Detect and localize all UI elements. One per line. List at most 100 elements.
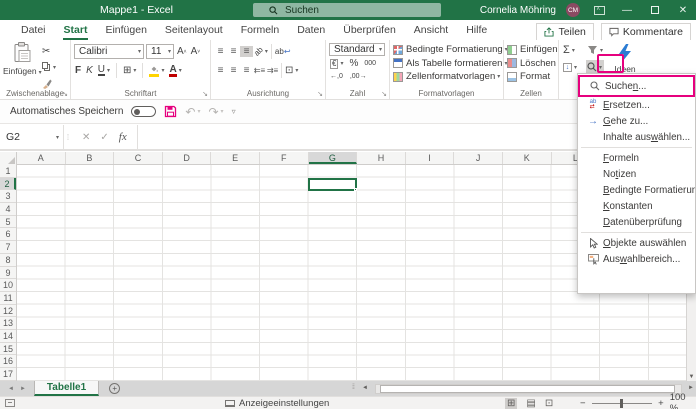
menu-item-datenueberpruefung[interactable]: Datenüberprüfung [578,214,695,230]
menu-item-formeln[interactable]: Formeln [578,150,695,166]
menu-item-konstanten[interactable]: Konstanten [578,198,695,214]
tab-seitenlayout[interactable]: Seitenlayout [156,21,232,40]
borders-button[interactable]: ⊞ ▾ [122,64,137,78]
fill-color-button[interactable]: ▾ [148,64,165,78]
decrease-font-size-button[interactable]: A ˅ [190,45,202,59]
menu-item-ersetzen[interactable]: ab ⇄ Ersetzen... [578,97,695,113]
add-sheet-button[interactable]: + [109,383,121,394]
menu-item-notizen[interactable]: Notizen [578,166,695,182]
align-bottom-button[interactable]: ≡ [240,46,253,57]
row-header-9[interactable]: 9 [0,267,16,280]
sheet-tab-tabelle1[interactable]: Tabelle1 [33,381,100,396]
name-box[interactable]: G2 ▾ [0,125,64,149]
sheet-prev-icon[interactable]: ◄ [8,386,14,392]
share-button[interactable]: Teilen [536,23,594,41]
tab-hilfe[interactable]: Hilfe [457,21,496,40]
row-header-15[interactable]: 15 [0,343,16,356]
autosum-button[interactable]: Σ ▾ [562,43,578,57]
delete-cells-button[interactable]: Löschen [507,57,556,71]
bold-button[interactable]: F [74,64,82,78]
zoom-level[interactable]: 100 % [670,392,696,409]
menu-item-gehe-zu[interactable]: → Gehe zu... [578,113,695,129]
currency-format-button[interactable]: € ▾ [329,58,344,69]
tab-datei[interactable]: Datei [12,21,55,40]
status-left-icon[interactable] [5,399,15,407]
display-settings-button[interactable]: Anzeigeeinstellungen [225,398,329,409]
menu-item-suchen[interactable]: Suchen... [580,77,693,95]
autosave-toggle[interactable] [131,106,157,117]
row-header-8[interactable]: 8 [0,254,16,267]
menu-item-objekte-auswaehlen[interactable]: Objekte auswählen [578,235,695,251]
menu-item-bedingte-formatierung[interactable]: Bedingte Formatierung [578,182,695,198]
format-as-table-button[interactable]: Als Tabelle formatieren ▾ [393,57,507,71]
font-dialog-launcher[interactable]: ↘ [202,90,208,98]
row-header-2[interactable]: 2 [0,177,16,191]
column-header-a[interactable]: A [17,152,66,164]
row-header-1[interactable]: 1 [0,165,16,178]
conditional-formatting-button[interactable]: Bedingte Formatierung▾ [393,43,508,57]
align-left-button[interactable]: ≡ [214,65,227,76]
avatar[interactable]: CM [566,3,580,17]
name-box-resizer[interactable]: ⁞ [64,125,72,149]
column-header-j[interactable]: J [454,152,503,164]
insert-cells-button[interactable]: Einfügen [507,43,558,57]
column-header-k[interactable]: K [503,152,552,164]
cancel-entry-icon[interactable]: ✕ [82,132,90,143]
ribbon-display-options-button[interactable]: ˄ [590,1,608,19]
thousands-format-button[interactable]: 000 [363,58,377,69]
column-header-f[interactable]: F [260,152,309,164]
redo-button[interactable]: ↷ ▾ [208,105,223,119]
find-select-button[interactable]: ▾ [586,60,605,74]
row-header-6[interactable]: 6 [0,228,16,242]
column-header-b[interactable]: B [66,152,115,164]
row-header-13[interactable]: 13 [0,317,16,330]
tab-daten[interactable]: Daten [288,21,334,40]
column-header-h[interactable]: H [357,152,406,164]
row-header-17[interactable]: 17 [0,368,16,381]
tab-formeln[interactable]: Formeln [232,21,289,40]
zoom-in-button[interactable]: + [658,398,664,409]
close-button[interactable]: ✕ [674,1,692,19]
decrease-decimal-button[interactable]: ,00→ [349,71,368,81]
ideas-button[interactable]: Ideen [610,44,640,74]
cut-button[interactable]: ✂ [41,44,57,58]
menu-item-inhalte-auswaehlen[interactable]: Inhalte auswählen... [578,129,695,145]
row-header-11[interactable]: 11 [0,292,16,305]
decrease-indent-button[interactable]: ⇇≡ [253,66,266,75]
zoom-slider[interactable] [591,398,653,408]
selected-cell-g2[interactable] [308,177,357,191]
align-middle-button[interactable]: ≡ [227,46,240,57]
sort-filter-button[interactable]: ▾ [586,43,604,57]
column-header-i[interactable]: I [406,152,455,164]
row-header-10[interactable]: 10 [0,279,16,292]
hscroll-left-icon[interactable]: ◄ [362,385,368,391]
orientation-button[interactable]: ab ▾ [252,45,269,59]
page-layout-view-button[interactable]: ▤ [526,398,535,409]
paste-button[interactable]: Einfügen ▾ [3,42,42,76]
zoom-out-button[interactable]: − [580,398,586,409]
underline-button[interactable]: U ▾ [97,64,111,78]
page-break-view-button[interactable]: ⊡ [545,398,553,409]
font-color-button[interactable]: A ▾ [168,64,182,78]
tab-einfuegen[interactable]: Einfügen [96,21,155,40]
row-header-5[interactable]: 5 [0,216,16,229]
format-cells-button[interactable]: Format [507,70,556,84]
tab-ansicht[interactable]: Ansicht [405,21,457,40]
increase-font-size-button[interactable]: A ˄ [176,45,188,59]
zoom-slider-thumb[interactable] [619,398,623,408]
format-painter-button[interactable] [41,76,57,90]
column-header-e[interactable]: E [211,152,260,164]
number-dialog-launcher[interactable]: ↘ [381,90,387,98]
minimize-button[interactable]: — [618,1,636,19]
tab-split-handle[interactable]: ⁞⁞ [352,384,355,391]
row-header-14[interactable]: 14 [0,330,16,343]
row-header-12[interactable]: 12 [0,305,16,318]
confirm-entry-icon[interactable]: ✓ [100,132,108,143]
number-format-combo[interactable]: Standard ▾ [329,43,385,56]
hscroll-right-icon[interactable]: ► [688,385,694,391]
font-size-combo[interactable]: 11 ▾ [146,44,174,59]
alignment-dialog-launcher[interactable]: ↘ [317,90,323,98]
comments-button[interactable]: Kommentare [600,23,691,41]
align-top-button[interactable]: ≡ [214,46,227,57]
customize-qat-button[interactable]: ▿ [232,107,236,116]
